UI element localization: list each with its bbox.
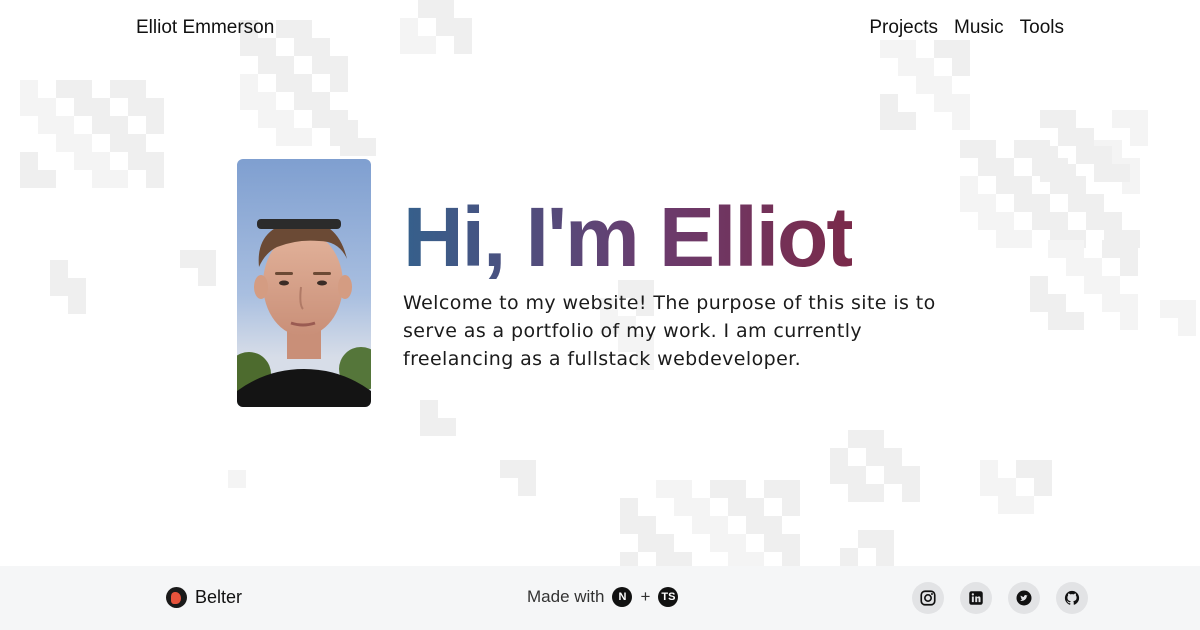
belter-name: Belter <box>195 587 243 607</box>
typescript-icon: TS <box>658 587 679 607</box>
site-header: Elliot Emmerson Projects Music Tools <box>0 0 1200 58</box>
made-with-label: Made with <box>527 587 605 606</box>
linkedin-icon <box>969 591 983 605</box>
github-link[interactable] <box>1056 582 1088 614</box>
nav-projects[interactable]: Projects <box>869 17 938 39</box>
nav-music[interactable]: Music <box>954 17 1004 39</box>
profile-photo <box>237 159 371 407</box>
made-with: Made with N + TS <box>527 587 679 607</box>
github-icon <box>1064 590 1080 605</box>
belter-link[interactable]: Belter <box>166 587 242 608</box>
belter-logo-icon <box>166 587 187 608</box>
site-footer: Belter Made with N + TS <box>0 566 1200 630</box>
twitter-icon <box>1016 590 1032 606</box>
nextjs-icon: N <box>612 587 633 607</box>
hero-section: Hi, I'm Elliot Welcome to my website! Th… <box>237 159 997 409</box>
nav-tools[interactable]: Tools <box>1020 17 1064 39</box>
instagram-link[interactable] <box>912 582 944 614</box>
instagram-icon <box>920 590 936 606</box>
brand-link[interactable]: Elliot Emmerson <box>136 17 274 39</box>
social-links <box>912 582 1088 614</box>
hero-intro: Welcome to my website! The purpose of th… <box>403 292 936 370</box>
plus-sign: + <box>640 587 651 606</box>
linkedin-link[interactable] <box>960 582 992 614</box>
hero-title: Hi, I'm Elliot <box>403 190 854 284</box>
main-nav: Projects Music Tools <box>869 17 1064 39</box>
twitter-link[interactable] <box>1008 582 1040 614</box>
